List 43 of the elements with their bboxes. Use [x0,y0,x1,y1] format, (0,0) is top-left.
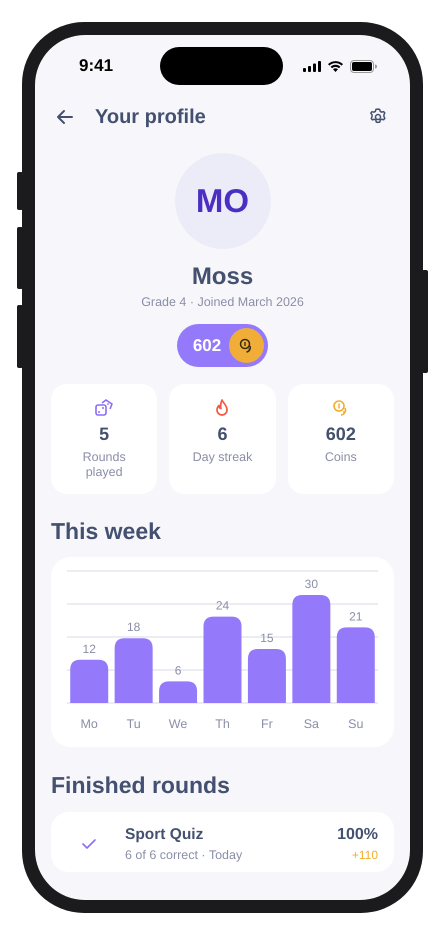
battery-icon [350,60,377,72]
stat-value: 5 [99,424,110,445]
day-label: Sa [304,717,319,731]
bar [159,681,198,703]
round-title: Sport Quiz [125,826,204,844]
stat-value: 6 [217,424,228,445]
profile-subtitle: Grade 4 · Joined March 2026 [141,295,304,309]
stat-label: Rounds played [82,450,127,480]
stat-label: Day streak [192,450,252,465]
check-icon [81,838,97,850]
back-arrow-icon[interactable] [55,107,75,127]
coin-count: 602 [192,336,222,356]
day-label: Fr [261,717,273,731]
wifi-icon [327,60,344,72]
day-label: Mo [80,717,98,731]
day-label: Su [348,717,364,731]
value-label: 12 [82,642,96,656]
round-detail: 6 of 6 correct · Today [125,848,242,862]
section-title: Finished rounds [50,772,231,799]
bar [248,649,286,703]
round-score: 100% [337,826,378,844]
value-label: 18 [126,620,140,634]
round-card[interactable]: Sport Quiz 6 of 6 correct · Today 100% +110 [51,812,394,872]
value-label: 24 [216,598,230,613]
section-title: This week [50,518,162,545]
value-label: 30 [304,577,318,591]
day-label: We [168,717,188,731]
value-label: 21 [349,609,362,624]
value-label: 6 [174,663,182,678]
day-label: Th [215,717,230,731]
day-label: Tu [126,717,141,731]
avatar: MO [174,153,270,249]
status-time: 9:41 [79,56,114,76]
stat-value: 602 [326,424,356,445]
value-label: 15 [260,631,274,645]
signal-icon [303,60,321,72]
bar [70,660,108,703]
page-title: Your profile [95,106,206,128]
profile-name: Moss [192,263,254,291]
bar [114,638,153,703]
stat-label: Coins [324,450,357,465]
coins-icon [229,328,264,363]
coin-reward: +110 [352,848,378,862]
